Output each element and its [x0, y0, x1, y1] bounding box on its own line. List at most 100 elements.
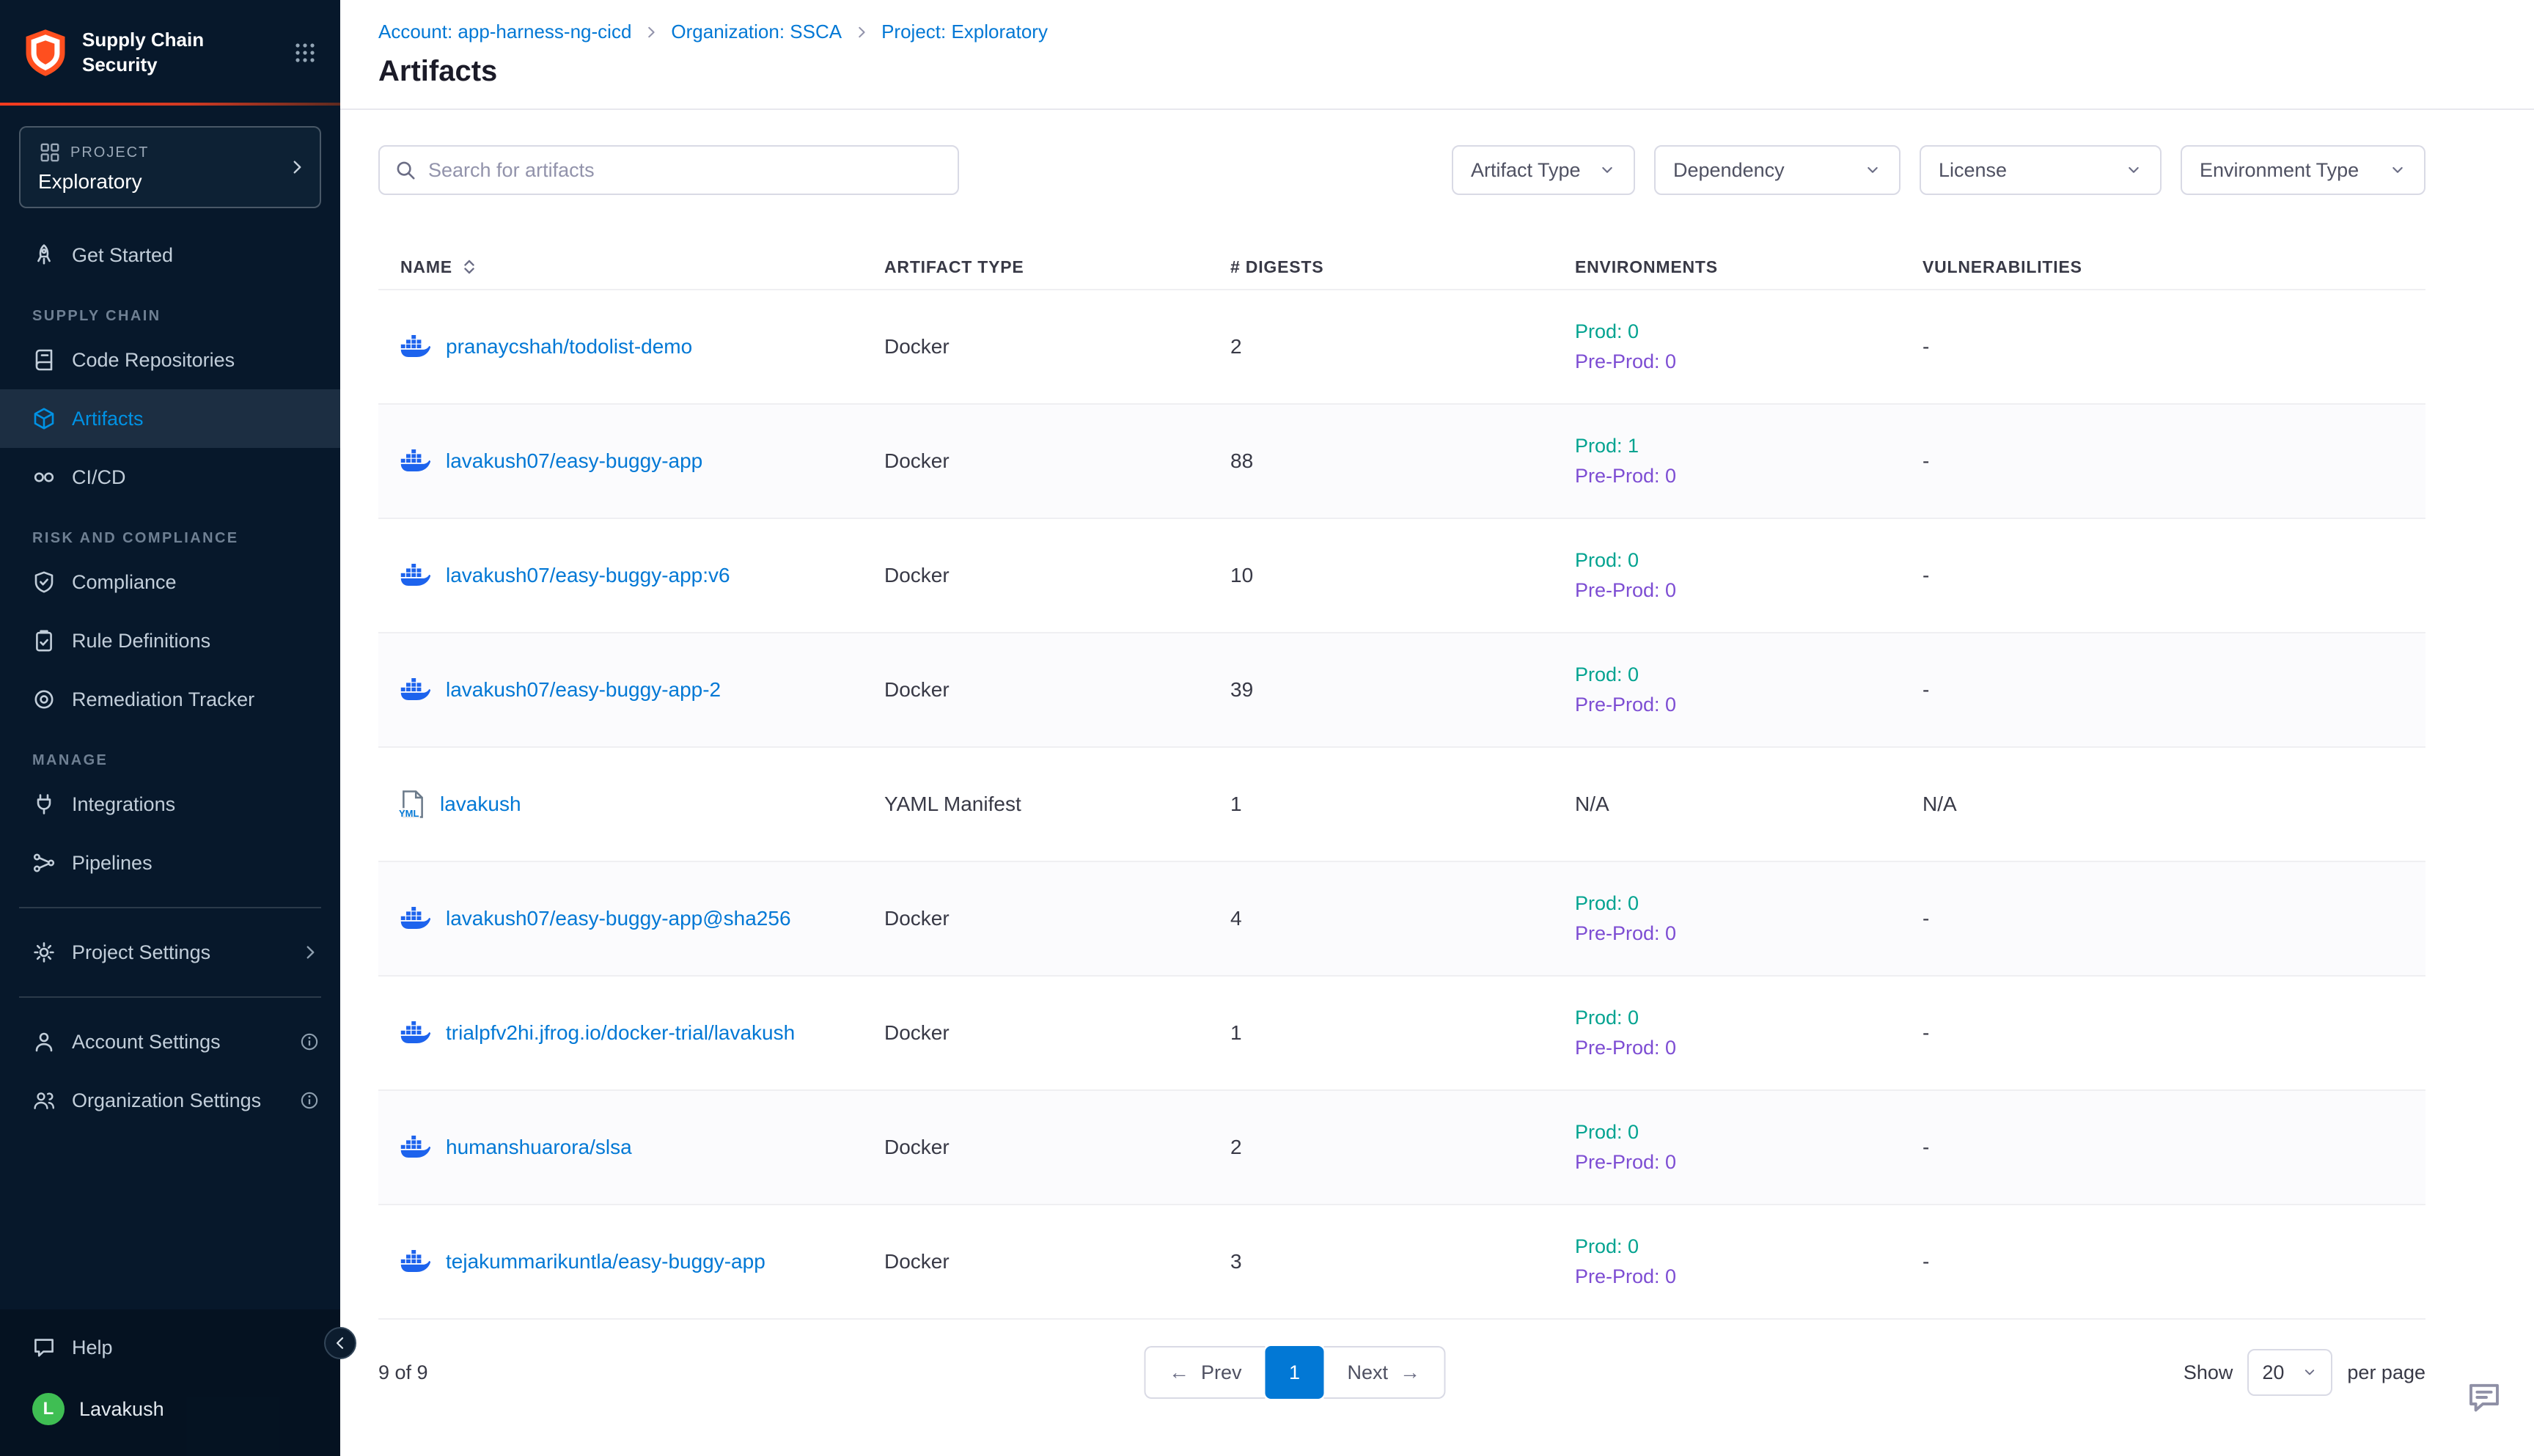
digest-count: 88: [1230, 449, 1575, 473]
prev-page-button[interactable]: ← Prev: [1144, 1346, 1266, 1399]
artifact-name-link[interactable]: trialpfv2hi.jfrog.io/docker-trial/lavaku…: [446, 1021, 795, 1045]
artifact-name-link[interactable]: tejakummarikuntla/easy-buggy-app: [446, 1250, 765, 1273]
filter-license[interactable]: License: [1920, 145, 2162, 195]
artifact-type: Docker: [884, 907, 1230, 930]
column-header-name[interactable]: NAME: [400, 257, 884, 277]
user-menu[interactable]: L Lavakush: [0, 1377, 340, 1441]
sidebar-item-organization-settings[interactable]: Organization Settings: [0, 1071, 340, 1130]
table-row: YML lavakush YAML Manifest 1 N/A N/A: [378, 748, 2425, 862]
prod-env-link[interactable]: Prod: 0: [1575, 320, 1922, 343]
docker-icon: [400, 1136, 431, 1159]
section-title-risk-compliance: RISK AND COMPLIANCE: [32, 530, 340, 547]
digest-count: 39: [1230, 678, 1575, 702]
page-1-button[interactable]: 1: [1266, 1346, 1324, 1399]
pagination-summary: 9 of 9: [378, 1361, 428, 1384]
docker-icon: [400, 1021, 431, 1045]
sidebar-item-pipelines[interactable]: Pipelines: [0, 834, 340, 892]
sort-icon[interactable]: [461, 259, 477, 275]
sidebar-item-integrations[interactable]: Integrations: [0, 775, 340, 834]
gear-icon: [32, 941, 56, 964]
sidebar-collapse-handle[interactable]: [324, 1327, 356, 1359]
project-name: Exploratory: [38, 170, 302, 194]
artifact-name-link[interactable]: lavakush07/easy-buggy-app: [446, 449, 702, 473]
artifact-type: Docker: [884, 1250, 1230, 1273]
filter-label: Dependency: [1673, 159, 1785, 182]
sidebar-item-label: Project Settings: [72, 941, 210, 964]
sidebar-item-cicd[interactable]: CI/CD: [0, 448, 340, 507]
environments-na: N/A: [1575, 793, 1922, 816]
artifacts-table: NAME ARTIFACT TYPE # DIGESTS ENVIRONMENT…: [340, 195, 2534, 1320]
package-icon: [32, 407, 56, 430]
sidebar-item-get-started[interactable]: Get Started: [0, 226, 340, 284]
filter-artifact-type[interactable]: Artifact Type: [1452, 145, 1635, 195]
page-title: Artifacts: [378, 55, 2496, 88]
vulnerabilities-value: N/A: [1922, 793, 2425, 816]
apps-grid-icon[interactable]: [293, 41, 317, 65]
sidebar-item-label: Artifacts: [72, 408, 144, 430]
artifact-name-link[interactable]: lavakush07/easy-buggy-app-2: [446, 678, 721, 702]
filter-dependency[interactable]: Dependency: [1654, 145, 1900, 195]
sidebar-item-help[interactable]: Help: [0, 1318, 340, 1377]
sidebar-item-remediation-tracker[interactable]: Remediation Tracker: [0, 670, 340, 729]
sidebar-item-label: CI/CD: [72, 466, 126, 489]
preprod-env-link[interactable]: Pre-Prod: 0: [1575, 1151, 1922, 1174]
sidebar-item-code-repositories[interactable]: Code Repositories: [0, 331, 340, 389]
breadcrumb-account-link[interactable]: Account: app-harness-ng-cicd: [378, 21, 631, 43]
artifact-name-link[interactable]: humanshuarora/slsa: [446, 1136, 632, 1159]
column-header-digests: # DIGESTS: [1230, 257, 1575, 277]
chevron-down-icon: [1598, 161, 1616, 179]
filter-label: Artifact Type: [1471, 159, 1581, 182]
vulnerabilities-value: -: [1922, 564, 2425, 587]
docker-icon: [400, 1250, 431, 1273]
breadcrumb-project-link[interactable]: Project: Exploratory: [881, 21, 1048, 43]
preprod-env-link[interactable]: Pre-Prod: 0: [1575, 1265, 1922, 1288]
vulnerabilities-value: -: [1922, 907, 2425, 930]
sidebar-item-project-settings[interactable]: Project Settings: [0, 923, 340, 982]
pagination-controls: ← Prev 1 Next →: [1144, 1346, 1445, 1399]
prod-env-link[interactable]: Prod: 0: [1575, 892, 1922, 915]
docker-icon: [400, 449, 431, 473]
prod-env-link[interactable]: Prod: 0: [1575, 1235, 1922, 1258]
sidebar-item-compliance[interactable]: Compliance: [0, 553, 340, 611]
preprod-env-link[interactable]: Pre-Prod: 0: [1575, 350, 1922, 373]
prod-env-link[interactable]: Prod: 0: [1575, 549, 1922, 572]
preprod-env-link[interactable]: Pre-Prod: 0: [1575, 579, 1922, 602]
artifact-name-link[interactable]: pranaycshah/todolist-demo: [446, 335, 692, 359]
sidebar-item-rule-definitions[interactable]: Rule Definitions: [0, 611, 340, 670]
sidebar-item-label: Code Repositories: [72, 349, 235, 372]
chevron-down-icon: [2125, 161, 2142, 179]
prod-env-link[interactable]: Prod: 1: [1575, 435, 1922, 457]
vulnerabilities-value: -: [1922, 335, 2425, 359]
table-row: tejakummarikuntla/easy-buggy-app Docker …: [378, 1205, 2425, 1320]
sidebar-item-label: Integrations: [72, 793, 175, 816]
preprod-env-link[interactable]: Pre-Prod: 0: [1575, 922, 1922, 945]
prod-env-link[interactable]: Prod: 0: [1575, 1007, 1922, 1029]
preprod-env-link[interactable]: Pre-Prod: 0: [1575, 694, 1922, 716]
next-page-button[interactable]: Next →: [1324, 1346, 1446, 1399]
preprod-env-link[interactable]: Pre-Prod: 0: [1575, 465, 1922, 488]
breadcrumb-organization-link[interactable]: Organization: SSCA: [671, 21, 842, 43]
page-header: Account: app-harness-ng-cicd Organizatio…: [340, 0, 2534, 110]
artifact-name-link[interactable]: lavakush07/easy-buggy-app:v6: [446, 564, 730, 587]
section-title-manage: MANAGE: [32, 752, 340, 769]
arrow-right-icon: →: [1400, 1361, 1420, 1384]
filter-environment-type[interactable]: Environment Type: [2181, 145, 2425, 195]
project-selector[interactable]: PROJECT Exploratory: [19, 126, 321, 208]
digest-count: 2: [1230, 1136, 1575, 1159]
artifact-name-link[interactable]: lavakush07/easy-buggy-app@sha256: [446, 907, 791, 930]
sidebar-item-account-settings[interactable]: Account Settings: [0, 1012, 340, 1071]
prod-env-link[interactable]: Prod: 0: [1575, 663, 1922, 686]
page-size-select[interactable]: 20: [2247, 1349, 2332, 1396]
search-input[interactable]: [428, 159, 943, 182]
filter-label: License: [1939, 159, 2007, 182]
digest-count: 4: [1230, 907, 1575, 930]
artifact-name-link[interactable]: lavakush: [440, 793, 521, 816]
shield-check-icon: [32, 570, 56, 594]
search-box: [378, 145, 959, 195]
sidebar-item-artifacts[interactable]: Artifacts: [0, 389, 340, 448]
table-row: lavakush07/easy-buggy-app:v6 Docker 10 P…: [378, 519, 2425, 633]
info-icon: [299, 1032, 320, 1052]
feedback-chat-icon[interactable]: [2467, 1380, 2502, 1421]
prod-env-link[interactable]: Prod: 0: [1575, 1121, 1922, 1144]
preprod-env-link[interactable]: Pre-Prod: 0: [1575, 1037, 1922, 1059]
